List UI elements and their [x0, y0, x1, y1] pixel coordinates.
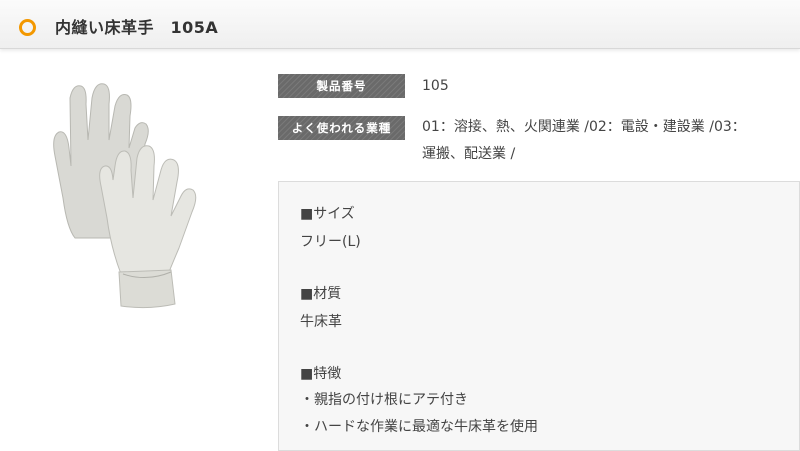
feature-item: ・ハードな作業に最適な牛床革を使用: [300, 419, 538, 435]
product-details-box: ■サイズ フリー(L) ■材質 牛床革 ■特徴 ・親指の付け根にアテ付き ・ハー…: [278, 181, 800, 451]
industries-value-line1: 01：溶接、熱、火関連業 /02：電設・建設業 /03：: [422, 119, 746, 135]
industries-value-line2: 運搬、配送業 /: [422, 146, 516, 162]
product-title: 内縫い床革手 105A: [55, 18, 219, 37]
size-value: フリー(L): [300, 234, 361, 250]
industries-label: よく使われる業種: [278, 116, 405, 140]
leather-gloves-image: [53, 83, 197, 309]
product-number-label: 製品番号: [278, 74, 405, 98]
material-value: 牛床革: [300, 314, 342, 330]
product-title-bar: 内縫い床革手 105A: [0, 0, 800, 49]
front-glove: [99, 145, 197, 309]
features-heading: ■特徴: [300, 366, 342, 382]
size-heading: ■サイズ: [300, 206, 355, 222]
material-heading: ■材質: [300, 286, 342, 302]
product-number-value: 105: [422, 78, 449, 94]
ring-icon: [19, 19, 36, 36]
feature-item: ・親指の付け根にアテ付き: [300, 392, 468, 408]
